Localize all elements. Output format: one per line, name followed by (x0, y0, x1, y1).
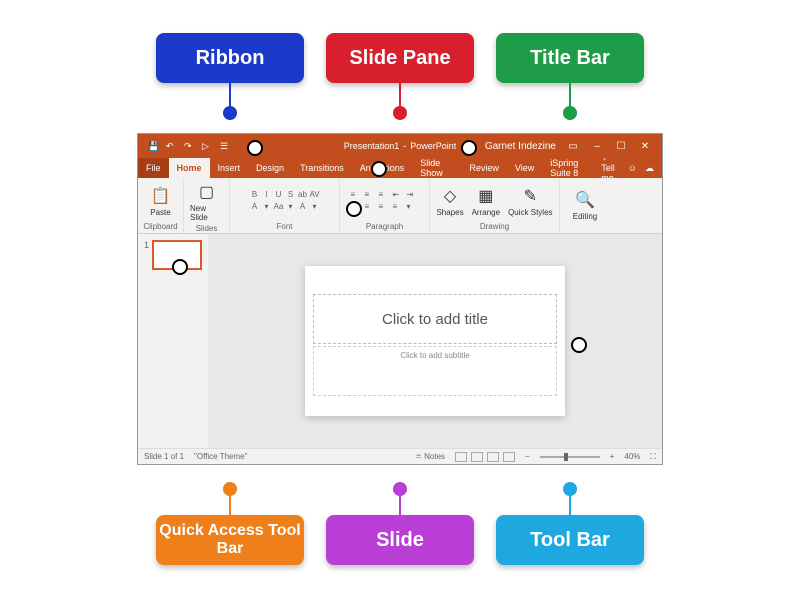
tab-transitions[interactable]: Transitions (292, 158, 352, 178)
document-name: Presentation1 (344, 141, 400, 151)
ribbon-group-font: BIUSabAV A▾Aa▾A▾ Font (230, 178, 340, 233)
label-ribbon[interactable]: Ribbon (156, 33, 304, 83)
account-icon[interactable]: ☺ (628, 163, 637, 173)
sorter-view-icon[interactable] (471, 452, 483, 462)
user-name: Garnet Indezine (485, 141, 556, 152)
label-qat[interactable]: Quick Access Tool Bar (156, 515, 304, 565)
ribbon-group-clipboard: 📋Paste Clipboard (138, 178, 184, 233)
quick-styles-button[interactable]: ✎Quick Styles (508, 186, 552, 217)
styles-icon: ✎ (524, 186, 537, 206)
slide-canvas: Click to add title Click to add subtitle (208, 234, 662, 448)
shapes-button[interactable]: ◇Shapes (436, 186, 463, 217)
group-label-font: Font (276, 222, 292, 231)
label-slide-pane[interactable]: Slide Pane (326, 33, 474, 83)
zoom-slider[interactable] (540, 456, 600, 458)
strike-icon[interactable]: S (286, 190, 296, 200)
status-bar: Slide 1 of 1 "Office Theme" ≐ Notes − + … (138, 448, 662, 464)
tab-view[interactable]: View (507, 158, 542, 178)
zoom-in-icon[interactable]: + (610, 452, 615, 461)
slide[interactable]: Click to add title Click to add subtitle (305, 266, 565, 416)
connector-dot-title-bar (563, 106, 577, 120)
ribbon: 📋Paste Clipboard ▢New Slide Slides BIUSa… (138, 178, 662, 234)
group-label-paragraph: Paragraph (366, 222, 403, 231)
view-buttons (455, 452, 515, 462)
title-separator: - (403, 141, 406, 151)
new-slide-icon: ▢ (199, 182, 214, 202)
title-bar-right: Garnet Indezine ▭ – ☐ ✕ (485, 141, 662, 152)
normal-view-icon[interactable] (455, 452, 467, 462)
ribbon-tabs: File Home Insert Design Transitions Anim… (138, 158, 662, 178)
group-label-drawing: Drawing (480, 222, 509, 231)
tab-review[interactable]: Review (461, 158, 507, 178)
drop-target-slide-pane[interactable] (172, 259, 188, 275)
close-button[interactable]: ✕ (638, 141, 652, 152)
arrange-button[interactable]: ▦Arrange (472, 186, 500, 217)
label-tool-bar[interactable]: Tool Bar (496, 515, 644, 565)
start-from-beginning-icon[interactable]: ▷ (202, 141, 212, 151)
ribbon-group-drawing: ◇Shapes ▦Arrange ✎Quick Styles Drawing (430, 178, 560, 233)
arrange-icon: ▦ (478, 186, 493, 206)
numbering-icon[interactable]: ≡ (365, 190, 377, 200)
font-tools[interactable]: BIUSabAV A▾Aa▾A▾ (250, 190, 320, 212)
drop-target-title-bar[interactable] (461, 140, 477, 156)
app-name: PowerPoint (410, 141, 456, 151)
zoom-out-icon[interactable]: − (525, 452, 530, 461)
align-center-icon[interactable]: ≡ (365, 202, 377, 212)
drop-target-qat[interactable] (247, 140, 263, 156)
quick-access-toolbar: 💾 ↶ ↷ ▷ ☰ (138, 141, 230, 151)
slideshow-view-icon[interactable] (503, 452, 515, 462)
find-icon: 🔍 (575, 190, 595, 210)
clipboard-icon: 📋 (151, 186, 171, 206)
tab-ispring[interactable]: iSpring Suite 8 (542, 158, 601, 178)
share-icon[interactable]: ☁ (645, 163, 654, 174)
tab-slide-show[interactable]: Slide Show (412, 158, 461, 178)
title-bar: 💾 ↶ ↷ ▷ ☰ Presentation1 - PowerPoint Gar… (138, 134, 662, 158)
minimize-button[interactable]: – (590, 141, 604, 152)
maximize-button[interactable]: ☐ (614, 141, 628, 152)
group-label-slides: Slides (196, 224, 218, 233)
redo-icon[interactable]: ↷ (184, 141, 194, 151)
italic-icon[interactable]: I (262, 190, 272, 200)
tab-insert[interactable]: Insert (210, 158, 249, 178)
fit-window-icon[interactable]: ⛶ (650, 452, 656, 462)
group-label-clipboard: Clipboard (143, 222, 177, 231)
align-right-icon[interactable]: ≡ (379, 202, 391, 212)
ribbon-group-editing: 🔍Editing (560, 178, 610, 233)
drop-target-ribbon-tabs[interactable] (371, 161, 387, 177)
status-theme: "Office Theme" (194, 452, 247, 461)
notes-button[interactable]: ≐ Notes (415, 452, 445, 461)
ribbon-display-icon[interactable]: ▭ (566, 141, 580, 152)
tab-design[interactable]: Design (248, 158, 292, 178)
subtitle-placeholder[interactable]: Click to add subtitle (313, 346, 557, 396)
save-icon[interactable]: 💾 (148, 141, 158, 151)
connector-dot-tool-bar (563, 482, 577, 496)
label-title-bar[interactable]: Title Bar (496, 33, 644, 83)
paste-button[interactable]: 📋Paste (150, 186, 170, 217)
bold-icon[interactable]: B (250, 190, 260, 200)
window-title: Presentation1 - PowerPoint (344, 141, 457, 151)
connector-dot-slide-pane (393, 106, 407, 120)
drop-target-slide[interactable] (571, 337, 587, 353)
touch-mode-icon[interactable]: ☰ (220, 141, 230, 151)
connector-dot-qat (223, 482, 237, 496)
underline-icon[interactable]: U (274, 190, 284, 200)
connector-dot-ribbon (223, 106, 237, 120)
undo-icon[interactable]: ↶ (166, 141, 176, 151)
status-slide-number: Slide 1 of 1 (144, 452, 184, 461)
new-slide-button[interactable]: ▢New Slide (190, 182, 223, 222)
bullets-icon[interactable]: ≡ (351, 190, 363, 200)
label-slide[interactable]: Slide (326, 515, 474, 565)
connector-dot-slide (393, 482, 407, 496)
shapes-icon: ◇ (444, 186, 456, 206)
tab-home[interactable]: Home (169, 158, 210, 178)
reading-view-icon[interactable] (487, 452, 499, 462)
drop-target-ribbon[interactable] (346, 201, 362, 217)
editing-button[interactable]: 🔍Editing (573, 190, 597, 221)
tab-file[interactable]: File (138, 158, 169, 178)
zoom-percent[interactable]: 40% (624, 452, 640, 461)
powerpoint-window: 💾 ↶ ↷ ▷ ☰ Presentation1 - PowerPoint Gar… (138, 134, 662, 464)
thumb-number: 1 (144, 240, 149, 270)
title-placeholder[interactable]: Click to add title (313, 294, 557, 344)
ribbon-group-slides: ▢New Slide Slides (184, 178, 230, 233)
